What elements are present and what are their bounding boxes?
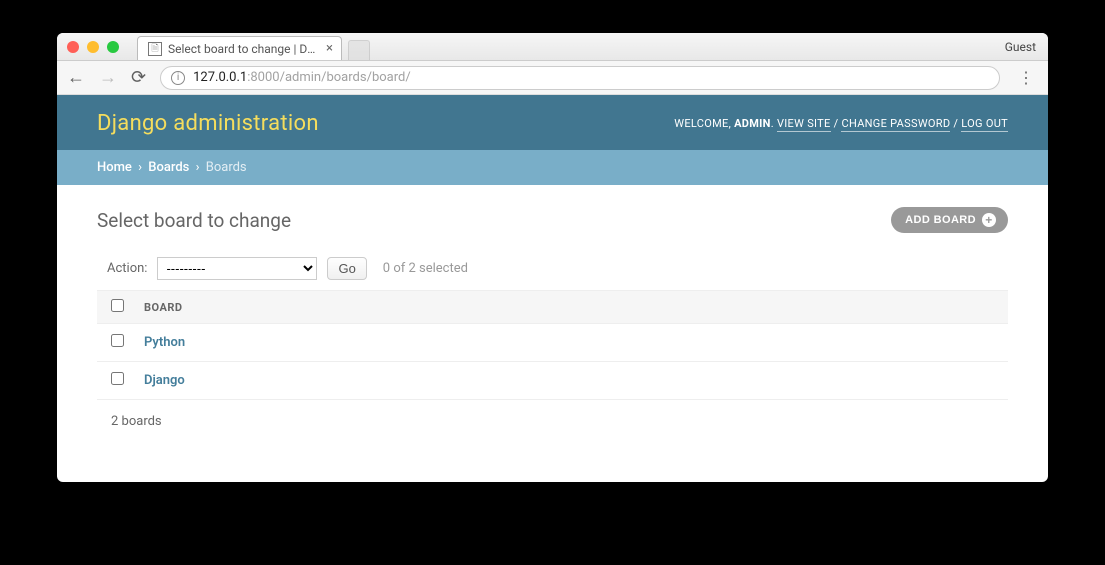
minimize-window-icon[interactable] — [87, 41, 99, 53]
site-title: Django administration — [97, 111, 319, 136]
forward-button: → — [99, 69, 117, 87]
content-header: Select board to change ADD BOARD + — [97, 207, 1008, 233]
profile-label[interactable]: Guest — [1005, 40, 1036, 54]
tab-title: Select board to change | Djang — [168, 42, 318, 56]
action-bar: Action: --------- Go 0 of 2 selected — [107, 257, 998, 280]
page-content: Django administration WELCOME, ADMIN. VI… — [57, 95, 1048, 482]
select-all-checkbox[interactable] — [111, 299, 124, 312]
table-row: Django — [97, 362, 1008, 400]
action-select[interactable]: --------- — [157, 257, 317, 280]
table-row: Python — [97, 324, 1008, 362]
welcome-label: WELCOME, — [674, 117, 731, 130]
back-button[interactable]: ← — [67, 69, 85, 87]
browser-toolbar: ← → ⟳ i 127.0.0.1:8000/admin/boards/boar… — [57, 61, 1048, 95]
content-main: Select board to change ADD BOARD + Actio… — [57, 185, 1048, 482]
page-favicon-icon: 🗎 — [148, 42, 162, 56]
tab-strip: 🗎 Select board to change | Djang × — [137, 33, 370, 60]
close-window-icon[interactable] — [67, 41, 79, 53]
reload-button[interactable]: ⟳ — [131, 69, 146, 87]
username: ADMIN — [734, 117, 771, 130]
view-site-link[interactable]: VIEW SITE — [777, 117, 831, 132]
select-all-header — [97, 291, 134, 324]
go-button[interactable]: Go — [327, 257, 366, 280]
breadcrumb-current: Boards — [206, 160, 247, 175]
chevron-right-icon: › — [138, 160, 142, 175]
paginator: 2 boards — [97, 400, 1008, 433]
page-title: Select board to change — [97, 209, 291, 232]
add-board-label: ADD BOARD — [905, 214, 976, 226]
row-checkbox[interactable] — [111, 372, 124, 385]
address-bar[interactable]: i 127.0.0.1:8000/admin/boards/board/ — [160, 66, 1000, 90]
board-link[interactable]: Django — [144, 373, 185, 388]
zoom-window-icon[interactable] — [107, 41, 119, 53]
breadcrumb-home[interactable]: Home — [97, 160, 132, 175]
action-label: Action: — [107, 261, 147, 276]
change-password-link[interactable]: CHANGE PASSWORD — [841, 117, 950, 132]
site-info-icon[interactable]: i — [171, 71, 185, 85]
new-tab-button[interactable] — [348, 40, 370, 60]
browser-tab[interactable]: 🗎 Select board to change | Djang × — [137, 36, 342, 60]
add-board-button[interactable]: ADD BOARD + — [891, 207, 1008, 233]
plus-icon: + — [982, 213, 996, 227]
column-header-board[interactable]: BOARD — [134, 291, 1008, 324]
row-checkbox[interactable] — [111, 334, 124, 347]
breadcrumb-app[interactable]: Boards — [148, 160, 189, 175]
changelist-table: BOARD Python Django — [97, 290, 1008, 400]
breadcrumb: Home › Boards › Boards — [57, 150, 1048, 185]
url-text: 127.0.0.1:8000/admin/boards/board/ — [193, 70, 411, 85]
board-link[interactable]: Python — [144, 335, 185, 350]
user-tools: WELCOME, ADMIN. VIEW SITE / CHANGE PASSW… — [674, 117, 1008, 130]
chevron-right-icon: › — [196, 160, 200, 175]
selection-counter: 0 of 2 selected — [383, 261, 468, 276]
window-controls — [67, 41, 119, 53]
browser-window: 🗎 Select board to change | Djang × Guest… — [57, 33, 1048, 482]
close-tab-icon[interactable]: × — [326, 41, 333, 56]
admin-header: Django administration WELCOME, ADMIN. VI… — [57, 95, 1048, 150]
browser-menu-icon[interactable]: ⋮ — [1014, 68, 1038, 87]
logout-link[interactable]: LOG OUT — [961, 117, 1008, 132]
titlebar: 🗎 Select board to change | Djang × Guest — [57, 33, 1048, 61]
